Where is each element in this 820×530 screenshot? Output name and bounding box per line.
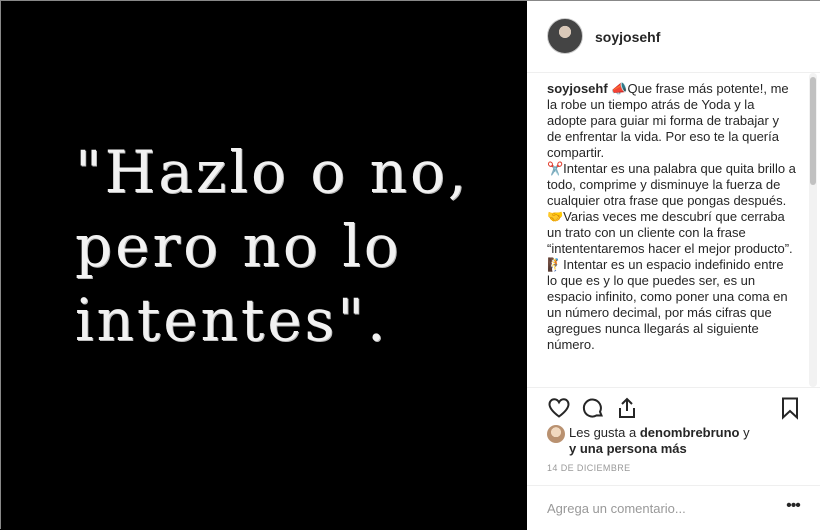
bookmark-icon[interactable]	[778, 396, 802, 420]
caption-text: soyjosehf 📣Que frase más potente!, me la…	[547, 81, 797, 353]
comment-input[interactable]	[547, 498, 767, 518]
caption-area: soyjosehf 📣Que frase más potente!, me la…	[527, 73, 820, 387]
likes-summary: Les gusta a denombrebruno y y una person…	[547, 425, 807, 459]
likes-middle: y	[739, 425, 750, 440]
heart-icon[interactable]	[547, 396, 571, 420]
caption-paragraph: ✂️Intentar es una palabra que quita bril…	[547, 161, 796, 208]
post-image[interactable]: "Hazlo o no, pero no lo intentes".	[1, 1, 527, 530]
comment-bar: •••	[527, 485, 820, 530]
quote-line: "Hazlo o no,	[75, 138, 470, 206]
author-avatar[interactable]	[547, 18, 583, 54]
post-date[interactable]: 14 DE DICIEMBRE	[547, 463, 631, 473]
scrollbar-thumb[interactable]	[810, 77, 816, 185]
caption-scrollbar[interactable]	[809, 73, 817, 387]
quote-line: pero no lo	[75, 212, 402, 280]
action-bar	[527, 387, 820, 427]
comment-icon[interactable]	[581, 396, 605, 420]
likes-text: Les gusta a denombrebruno y y una person…	[569, 425, 807, 457]
liker-avatar[interactable]	[547, 425, 565, 443]
author-username[interactable]: soyjosehf	[595, 29, 660, 45]
quote-line: intentes".	[75, 286, 389, 354]
share-icon[interactable]	[615, 396, 639, 420]
instagram-post-window: "Hazlo o no, pero no lo intentes". soyjo…	[0, 0, 820, 530]
caption-paragraph: 🤝Varias veces me descubrí que cerraba un…	[547, 209, 793, 256]
more-options-button[interactable]: •••	[783, 498, 803, 518]
liker-username[interactable]: denombrebruno	[640, 425, 740, 440]
post-sidebar: soyjosehf soyjosehf 📣Que frase más poten…	[527, 1, 820, 530]
caption-username[interactable]: soyjosehf	[547, 81, 608, 96]
post-image-quote: "Hazlo o no, pero no lo intentes".	[75, 135, 515, 357]
caption-paragraph: 🧗Intentar es un espacio indefinido entre…	[547, 257, 788, 352]
post-header: soyjosehf	[527, 1, 820, 73]
likes-prefix: Les gusta a	[569, 425, 640, 440]
likes-others-link[interactable]: y una persona más	[569, 441, 687, 456]
